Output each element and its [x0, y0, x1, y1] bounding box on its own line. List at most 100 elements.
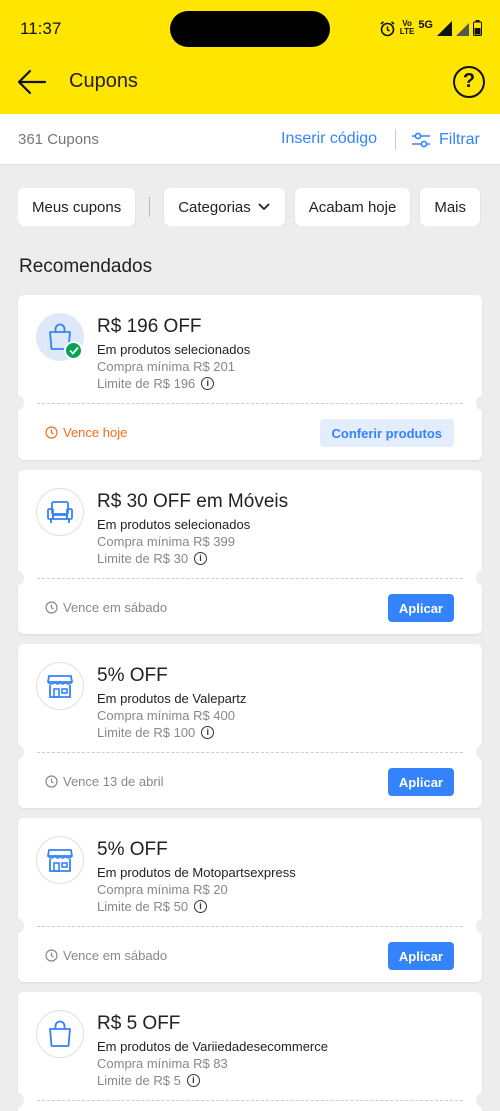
check-icon	[64, 341, 83, 360]
alarm-icon	[380, 20, 395, 36]
signal-icon-secondary	[456, 22, 469, 36]
view-products-button[interactable]: Conferir produtos	[319, 419, 454, 447]
coupon-title: R$ 5 OFF	[97, 1013, 181, 1034]
filter-chips: Meus cupons Categorias Acabam hoje Mais	[18, 188, 500, 226]
coupon-expiry: Vence hoje	[45, 425, 127, 440]
coupon-expiry-text: Vence hoje	[63, 425, 128, 440]
coupon-card: R$ 196 OFF Em produtos selecionados Comp…	[12, 295, 488, 460]
filter-button[interactable]: Filtrar	[411, 130, 480, 150]
ticket-notch	[476, 1092, 488, 1108]
info-icon[interactable]: i	[194, 552, 208, 565]
ticket-notch	[12, 918, 24, 934]
ticket-notch	[12, 395, 24, 411]
info-icon[interactable]: i	[194, 900, 208, 913]
status-time: 11:37	[20, 19, 62, 38]
coupon-minimum: Compra mínima R$ 20	[97, 882, 228, 897]
coupon-expiry: Vence 13 de abril	[45, 774, 163, 789]
apply-button[interactable]: Aplicar	[387, 942, 454, 970]
chip-my-coupons[interactable]: Meus cupons	[18, 188, 136, 226]
clock-icon	[45, 775, 58, 788]
toolbar-divider	[395, 129, 396, 150]
signal-icon	[437, 20, 452, 36]
coupon-title: 5% OFF	[97, 665, 168, 686]
apply-button[interactable]: Aplicar	[387, 594, 454, 622]
coupon-limit: Limite de R$ 196 i	[97, 376, 215, 391]
store-icon	[47, 849, 73, 872]
store-icon	[47, 675, 73, 698]
coupon-expiry: Vence em sábado	[45, 948, 167, 963]
chip-ending-today[interactable]: Acabam hoje	[294, 188, 411, 226]
ticket-notch	[12, 570, 24, 586]
chip-categories[interactable]: Categorias	[164, 188, 285, 226]
coupon-minimum: Compra mínima R$ 400	[97, 708, 235, 723]
camera-notch	[170, 11, 330, 47]
volte-indicator: Vo LTE	[399, 19, 415, 36]
coupon-limit: Limite de R$ 100 i	[97, 725, 215, 740]
ticket-divider	[37, 578, 463, 579]
coupon-icon-wrapper	[36, 836, 84, 884]
info-icon[interactable]: i	[186, 1074, 200, 1087]
ticket-notch	[12, 1092, 24, 1108]
coupon-card: 5% OFF Em produtos de Motopartsexpress C…	[12, 818, 488, 982]
clock-icon	[45, 949, 58, 962]
coupon-card: 5% OFF Em produtos de Valepartz Compra m…	[12, 644, 488, 808]
status-bar: 11:37 Vo LTE 5G	[0, 0, 500, 58]
coupon-limit-text: Limite de R$ 30	[97, 551, 189, 566]
chip-more[interactable]: Mais	[420, 188, 480, 226]
coupon-expiry: Vence em sábado	[45, 600, 167, 615]
arrow-left-icon	[17, 69, 47, 95]
ticket-divider	[37, 926, 463, 927]
armchair-icon	[47, 501, 73, 523]
network-type: 5G	[418, 19, 433, 31]
status-icons: Vo LTE 5G	[379, 18, 482, 38]
chevron-down-icon	[258, 203, 270, 211]
info-icon[interactable]: i	[201, 726, 215, 739]
top-bar: 11:37 Vo LTE 5G Cupons ?	[0, 0, 500, 114]
apply-button[interactable]: Aplicar	[387, 768, 454, 796]
coupon-subtitle: Em produtos selecionados	[97, 517, 251, 532]
ticket-divider	[37, 1100, 463, 1101]
coupon-limit-text: Limite de R$ 5	[97, 1073, 181, 1088]
ticket-notch	[476, 570, 488, 586]
coupon-title: 5% OFF	[97, 839, 168, 860]
coupon-limit-text: Limite de R$ 100	[97, 725, 196, 740]
clock-icon	[45, 601, 58, 614]
battery-icon	[473, 20, 482, 36]
coupon-minimum: Compra mínima R$ 399	[97, 534, 235, 549]
ticket-divider	[37, 752, 463, 753]
coupon-expiry-text: Vence 13 de abril	[63, 774, 164, 789]
coupon-icon-wrapper	[36, 662, 84, 710]
coupon-limit-text: Limite de R$ 196	[97, 376, 196, 391]
app-header: Cupons ?	[0, 58, 500, 114]
help-button[interactable]: ?	[453, 66, 485, 98]
coupon-expiry-text: Vence em sábado	[63, 948, 168, 963]
insert-code-link[interactable]: Inserir código	[281, 130, 377, 148]
coupon-title: R$ 196 OFF	[97, 316, 202, 337]
shopping-bag-icon	[49, 1020, 71, 1047]
coupon-minimum: Compra mínima R$ 201	[97, 359, 235, 374]
coupon-expiry-text: Vence em sábado	[63, 600, 168, 615]
ticket-notch	[476, 918, 488, 934]
ticket-notch	[12, 744, 24, 760]
back-button[interactable]	[16, 68, 50, 96]
filter-label: Filtrar	[439, 131, 480, 148]
ticket-notch	[476, 395, 488, 411]
coupon-minimum: Compra mínima R$ 83	[97, 1056, 228, 1071]
coupon-limit: Limite de R$ 5 i	[97, 1073, 200, 1088]
clock-icon	[45, 426, 58, 439]
chip-categories-label: Categorias	[178, 198, 251, 216]
coupon-card: R$ 5 OFF Em produtos de Variiedadesecomm…	[12, 992, 488, 1111]
coupon-subtitle: Em produtos selecionados	[97, 342, 251, 357]
coupon-subtitle: Em produtos de Variiedadesecommerce	[97, 1039, 328, 1054]
sliders-icon	[412, 132, 430, 148]
ticket-notch	[476, 744, 488, 760]
coupon-limit: Limite de R$ 30 i	[97, 551, 208, 566]
coupon-card: R$ 30 OFF em Móveis Em produtos selecion…	[12, 470, 488, 634]
section-title: Recomendados	[19, 256, 153, 277]
coupon-subtitle: Em produtos de Motopartsexpress	[97, 865, 296, 880]
info-icon[interactable]: i	[201, 377, 215, 390]
coupon-limit: Limite de R$ 50 i	[97, 899, 208, 914]
coupon-icon-wrapper	[36, 488, 84, 536]
coupon-title: R$ 30 OFF em Móveis	[97, 491, 289, 512]
coupon-subtitle: Em produtos de Valepartz	[97, 691, 247, 706]
